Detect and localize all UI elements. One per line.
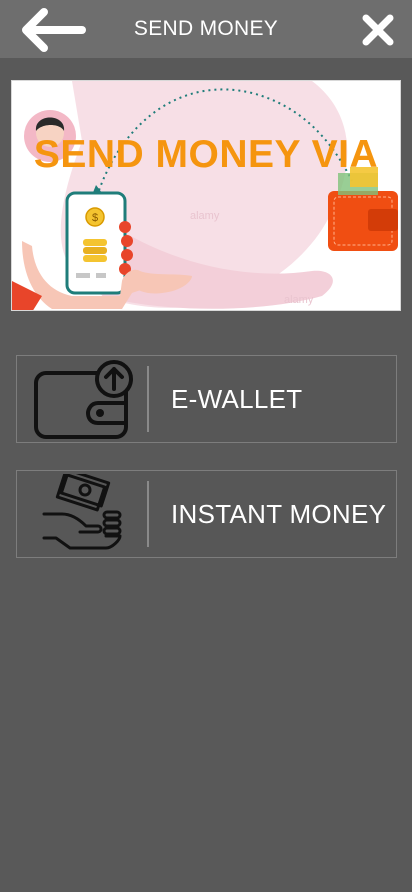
hand-cash-icon bbox=[42, 474, 122, 550]
option-divider bbox=[147, 481, 149, 547]
back-button[interactable] bbox=[18, 8, 88, 52]
page-title: SEND MONEY bbox=[133, 17, 279, 40]
instant-money-label: INSTANT MONEY bbox=[171, 498, 387, 529]
icon-container bbox=[17, 356, 147, 442]
send-money-banner: $ alamy alamy SEND MONEY VIA bbox=[11, 80, 401, 311]
banner-illustration: $ alamy alamy bbox=[12, 81, 398, 310]
icon-container bbox=[17, 471, 147, 557]
svg-text:alamy: alamy bbox=[284, 294, 314, 306]
e-wallet-option[interactable]: E-WALLET bbox=[16, 355, 397, 443]
close-button[interactable] bbox=[358, 10, 398, 50]
watermark-text: alamy bbox=[190, 210, 220, 222]
close-icon bbox=[362, 14, 394, 46]
banner-headline: SEND MONEY VIA bbox=[33, 133, 379, 176]
svg-text:$: $ bbox=[92, 212, 98, 224]
arrow-left-icon bbox=[22, 8, 86, 52]
top-bar: SEND MONEY bbox=[0, 0, 412, 58]
e-wallet-label: E-WALLET bbox=[171, 383, 303, 414]
option-divider bbox=[147, 366, 149, 432]
wallet-upload-icon bbox=[34, 360, 133, 439]
instant-money-option[interactable]: INSTANT MONEY bbox=[16, 470, 397, 558]
